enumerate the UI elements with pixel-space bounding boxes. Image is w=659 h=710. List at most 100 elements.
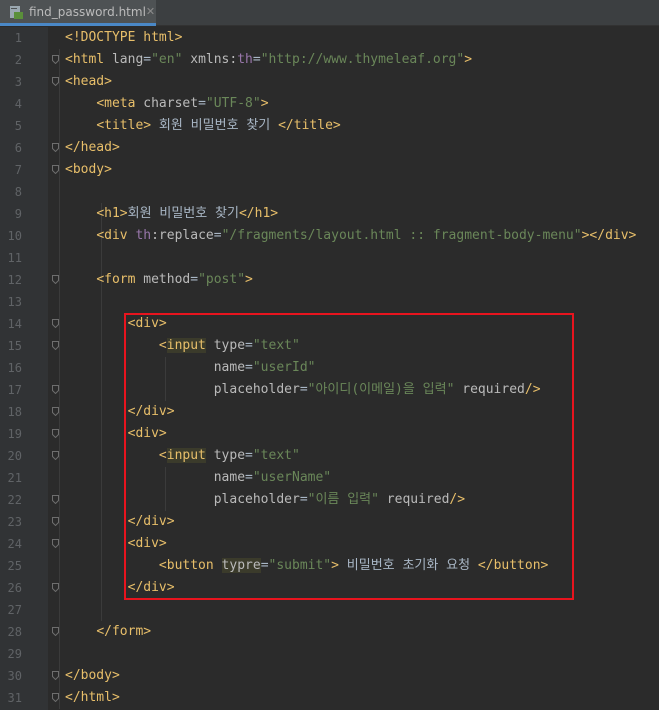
fold-marker-icon[interactable]	[52, 407, 59, 416]
code-token: >	[260, 96, 269, 111]
line-number: 20	[7, 449, 22, 463]
code-line-30[interactable]: 30 </body>	[0, 665, 659, 687]
code-line-8[interactable]: 8	[0, 181, 659, 203]
line-number: 31	[7, 691, 22, 705]
code-text: </form>	[65, 621, 151, 643]
line-number: 2	[14, 53, 22, 67]
line-number: 3	[14, 75, 22, 89]
code-token: charset	[143, 96, 199, 111]
code-line-7[interactable]: 7 <body>	[0, 159, 659, 181]
code-token: <html	[65, 52, 112, 67]
code-token: =	[143, 52, 152, 67]
code-line-27[interactable]: 27	[0, 599, 659, 621]
line-number: 15	[7, 339, 22, 353]
code-line-13[interactable]: 13	[0, 291, 659, 313]
code-token: </h1>	[238, 206, 279, 221]
code-line-4[interactable]: 4 <meta charset="UTF-8">	[0, 93, 659, 115]
code-line-3[interactable]: 3 <head>	[0, 71, 659, 93]
fold-marker-icon[interactable]	[52, 583, 59, 592]
code-token: >	[245, 272, 253, 287]
code-text: <form method="post">	[65, 269, 253, 291]
code-token: 회원 비밀번호 찾기	[127, 206, 239, 221]
line-number: 12	[7, 273, 22, 287]
code-line-11[interactable]: 11	[0, 247, 659, 269]
code-token: :replace	[151, 228, 214, 243]
line-number: 11	[7, 251, 22, 265]
fold-marker-icon[interactable]	[52, 275, 59, 284]
fold-marker-icon[interactable]	[52, 429, 59, 438]
line-number: 25	[7, 559, 22, 573]
fold-marker-icon[interactable]	[52, 385, 59, 394]
code-token: <form	[96, 272, 144, 287]
fold-marker-icon[interactable]	[52, 671, 59, 680]
close-icon[interactable]: ✕	[146, 5, 155, 18]
line-number: 17	[7, 383, 22, 397]
code-token: <div	[96, 228, 136, 243]
fold-marker-icon[interactable]	[52, 693, 59, 702]
line-number: 4	[14, 97, 22, 111]
code-line-29[interactable]: 29	[0, 643, 659, 665]
code-line-10[interactable]: 10 <div th:replace="/fragments/layout.ht…	[0, 225, 659, 247]
code-text: </html>	[65, 687, 120, 709]
code-editor[interactable]: 1 <!DOCTYPE html> 2 <html lang="en" xmlns:t…	[0, 27, 659, 710]
code-text: <body>	[65, 159, 112, 181]
code-token: <body>	[65, 162, 112, 177]
code-token: =	[190, 272, 199, 287]
fold-marker-icon[interactable]	[52, 341, 59, 350]
code-line-1[interactable]: 1 <!DOCTYPE html>	[0, 27, 659, 49]
code-text: <html lang="en" xmlns:th="http://www.thy…	[65, 49, 472, 71]
line-number: 30	[7, 669, 22, 683]
fold-marker-icon[interactable]	[52, 77, 59, 86]
code-token: lang	[111, 52, 144, 67]
code-text: <div th:replace="/fragments/layout.html …	[65, 225, 636, 247]
line-number: 27	[7, 603, 22, 617]
line-number: 14	[7, 317, 22, 331]
fold-marker-icon[interactable]	[52, 539, 59, 548]
code-line-31[interactable]: 31 </html>	[0, 687, 659, 709]
fold-marker-icon[interactable]	[52, 627, 59, 636]
fold-marker-icon[interactable]	[52, 495, 59, 504]
line-number: 16	[7, 361, 22, 375]
code-token: th	[135, 228, 152, 243]
tab-label: find_password.html	[29, 4, 146, 19]
code-token: >	[464, 52, 473, 67]
fold-marker-icon[interactable]	[52, 319, 59, 328]
line-number: 21	[7, 471, 22, 485]
code-text: </head>	[65, 137, 120, 159]
code-line-6[interactable]: 6 </head>	[0, 137, 659, 159]
fold-marker-icon[interactable]	[52, 143, 59, 152]
line-number: 6	[14, 141, 22, 155]
fold-marker-icon[interactable]	[52, 165, 59, 174]
code-line-28[interactable]: 28 </form>	[0, 621, 659, 643]
code-token: "post"	[198, 272, 246, 287]
highlight-rectangle	[124, 313, 574, 600]
code-token: </form>	[96, 624, 152, 639]
tab-find-password-html[interactable]: find_password.html ✕	[0, 0, 156, 26]
line-number: 22	[7, 493, 22, 507]
code-token: <!DOCTYPE html>	[65, 30, 183, 45]
code-token: "UTF-8"	[205, 96, 261, 111]
line-number: 29	[7, 647, 22, 661]
line-number: 10	[7, 229, 22, 243]
code-line-12[interactable]: 12 <form method="post">	[0, 269, 659, 291]
code-line-5[interactable]: 5 <title> 회원 비밀번호 찾기 </title>	[0, 115, 659, 137]
fold-marker-icon[interactable]	[52, 55, 59, 64]
fold-marker-icon[interactable]	[52, 451, 59, 460]
code-line-9[interactable]: 9 <h1>회원 비밀번호 찾기</h1>	[0, 203, 659, 225]
code-text: <title> 회원 비밀번호 찾기 </title>	[65, 115, 340, 137]
code-token: </html>	[65, 690, 120, 705]
fold-marker-icon[interactable]	[52, 517, 59, 526]
line-number: 5	[14, 119, 22, 133]
code-text: </body>	[65, 665, 120, 687]
code-token: =	[213, 228, 222, 243]
line-number: 19	[7, 427, 22, 441]
code-line-2[interactable]: 2 <html lang="en" xmlns:th="http://www.th…	[0, 49, 659, 71]
code-token: =	[198, 96, 206, 111]
